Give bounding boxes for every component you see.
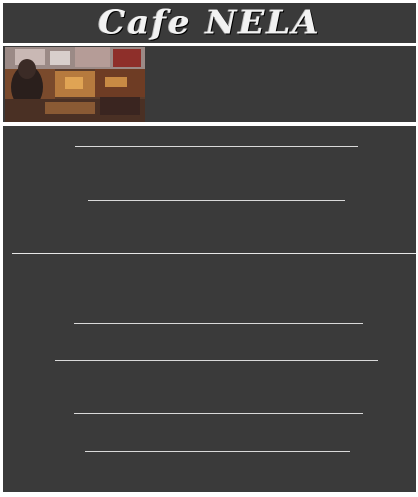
divider-line	[74, 413, 363, 414]
site-logo[interactable]: Cafe NELA	[3, 4, 416, 42]
page: Cafe NELA	[0, 0, 418, 497]
divider-line	[55, 360, 378, 361]
header-divider	[3, 122, 416, 125]
divider-line	[75, 146, 358, 147]
header-bar: Cafe NELA	[3, 3, 416, 43]
hero-band	[3, 46, 416, 122]
divider-line	[85, 451, 350, 452]
divider-line	[88, 200, 345, 201]
section-divider	[12, 253, 416, 254]
content-panel	[3, 126, 416, 492]
cafe-interior-photo	[5, 47, 145, 122]
divider-line	[74, 323, 363, 324]
